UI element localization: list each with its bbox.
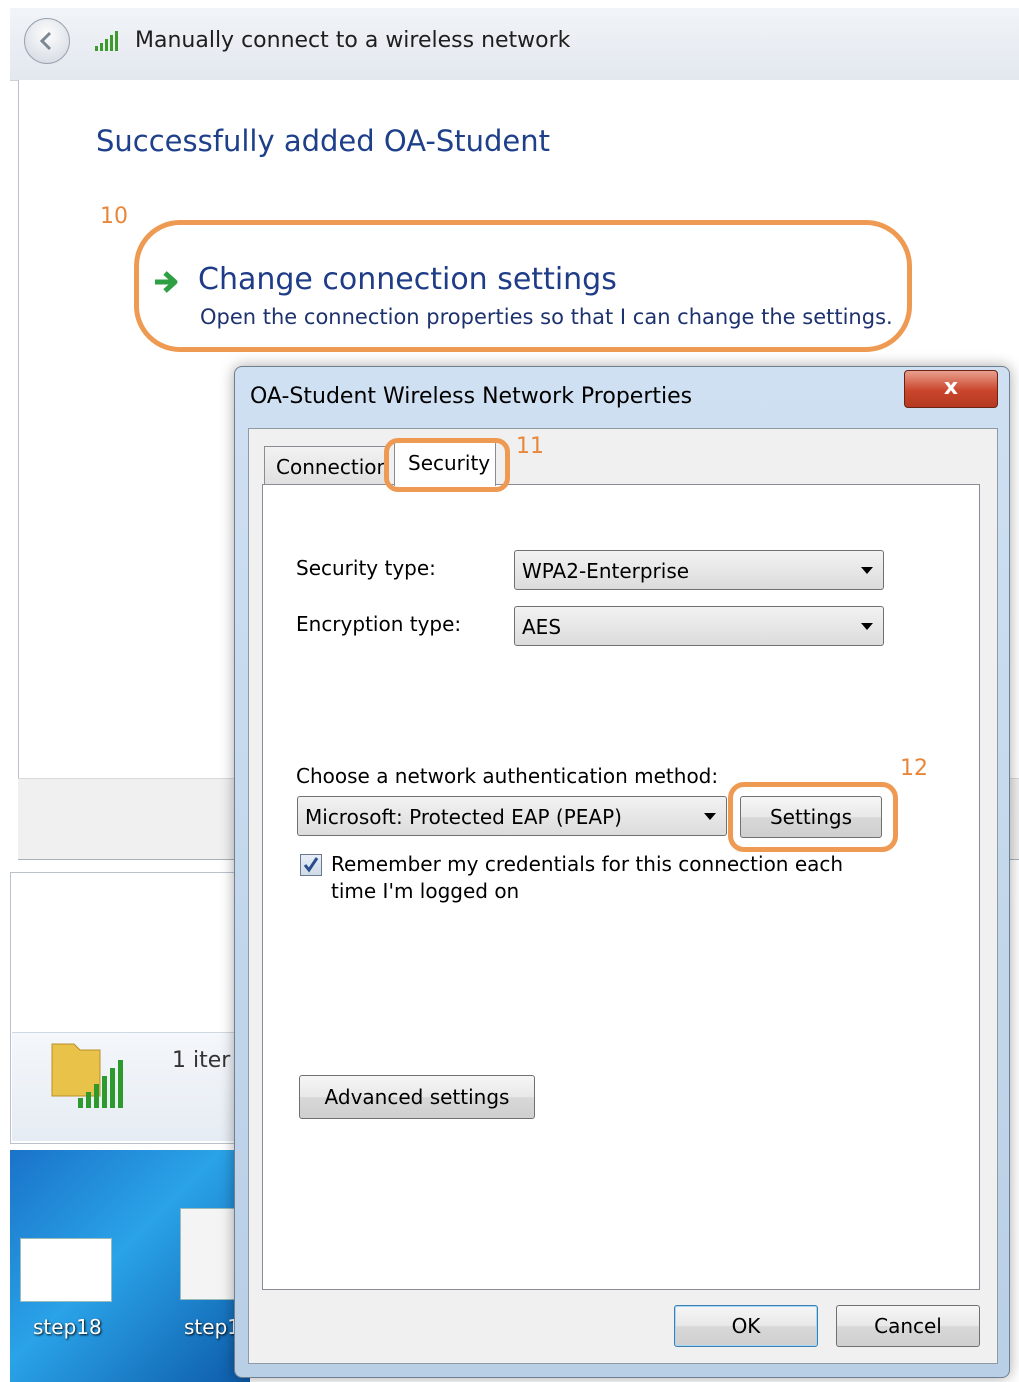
encryption-type-select[interactable]: AES [514,606,884,646]
security-type-label: Security type: [296,556,436,580]
encryption-type-value: AES [522,615,562,639]
chevron-down-icon [861,623,873,630]
advanced-settings-button[interactable]: Advanced settings [299,1075,535,1119]
dialog-title: OA-Student Wireless Network Properties [250,384,693,409]
step-annotation-11: 11 [516,434,544,459]
green-arrow-icon [155,271,178,293]
settings-button[interactable]: Settings [740,796,882,838]
remember-credentials-checkbox[interactable] [300,854,322,876]
security-type-value: WPA2-Enterprise [522,559,690,583]
auth-method-select[interactable]: Microsoft: Protected EAP (PEAP) [297,796,727,836]
tab-connection[interactable]: Connection [264,446,389,484]
wireless-signal-icon [95,31,118,51]
step-annotation-12: 12 [900,756,928,781]
auth-method-value: Microsoft: Protected EAP (PEAP) [305,805,622,829]
back-button[interactable] [24,18,70,64]
encryption-type-label: Encryption type: [296,612,462,636]
success-heading: Successfully added OA-Student [96,124,551,158]
checkmark-icon [303,857,319,873]
remember-credentials-label: Remember my credentials for this connect… [331,852,844,876]
close-button[interactable]: x [904,370,998,408]
change-connection-settings-description: Open the connection properties so that I… [200,305,893,329]
chevron-down-icon [861,567,873,574]
desktop-file-thumbnail-icon[interactable] [20,1238,112,1302]
step-annotation-10: 10 [100,204,128,229]
remember-credentials-label: time I'm logged on [331,879,520,903]
security-type-select[interactable]: WPA2-Enterprise [514,550,884,590]
back-arrow-icon [39,31,52,51]
desktop-file-thumbnail-icon[interactable] [180,1208,242,1300]
chevron-down-icon [704,813,716,820]
desktop-icon-label[interactable]: step18 [33,1315,102,1339]
desktop-icon-label[interactable]: step1 [184,1315,240,1339]
item-count: 1 iter [172,1048,231,1073]
change-connection-settings-link[interactable]: Change connection settings [198,262,617,297]
cancel-button[interactable]: Cancel [836,1305,980,1347]
network-folder-icon [51,1043,123,1108]
highlight-box-11 [384,438,510,492]
auth-method-label: Choose a network authentication method: [296,764,719,788]
wizard-title: Manually connect to a wireless network [135,28,571,53]
ok-button[interactable]: OK [674,1305,818,1347]
